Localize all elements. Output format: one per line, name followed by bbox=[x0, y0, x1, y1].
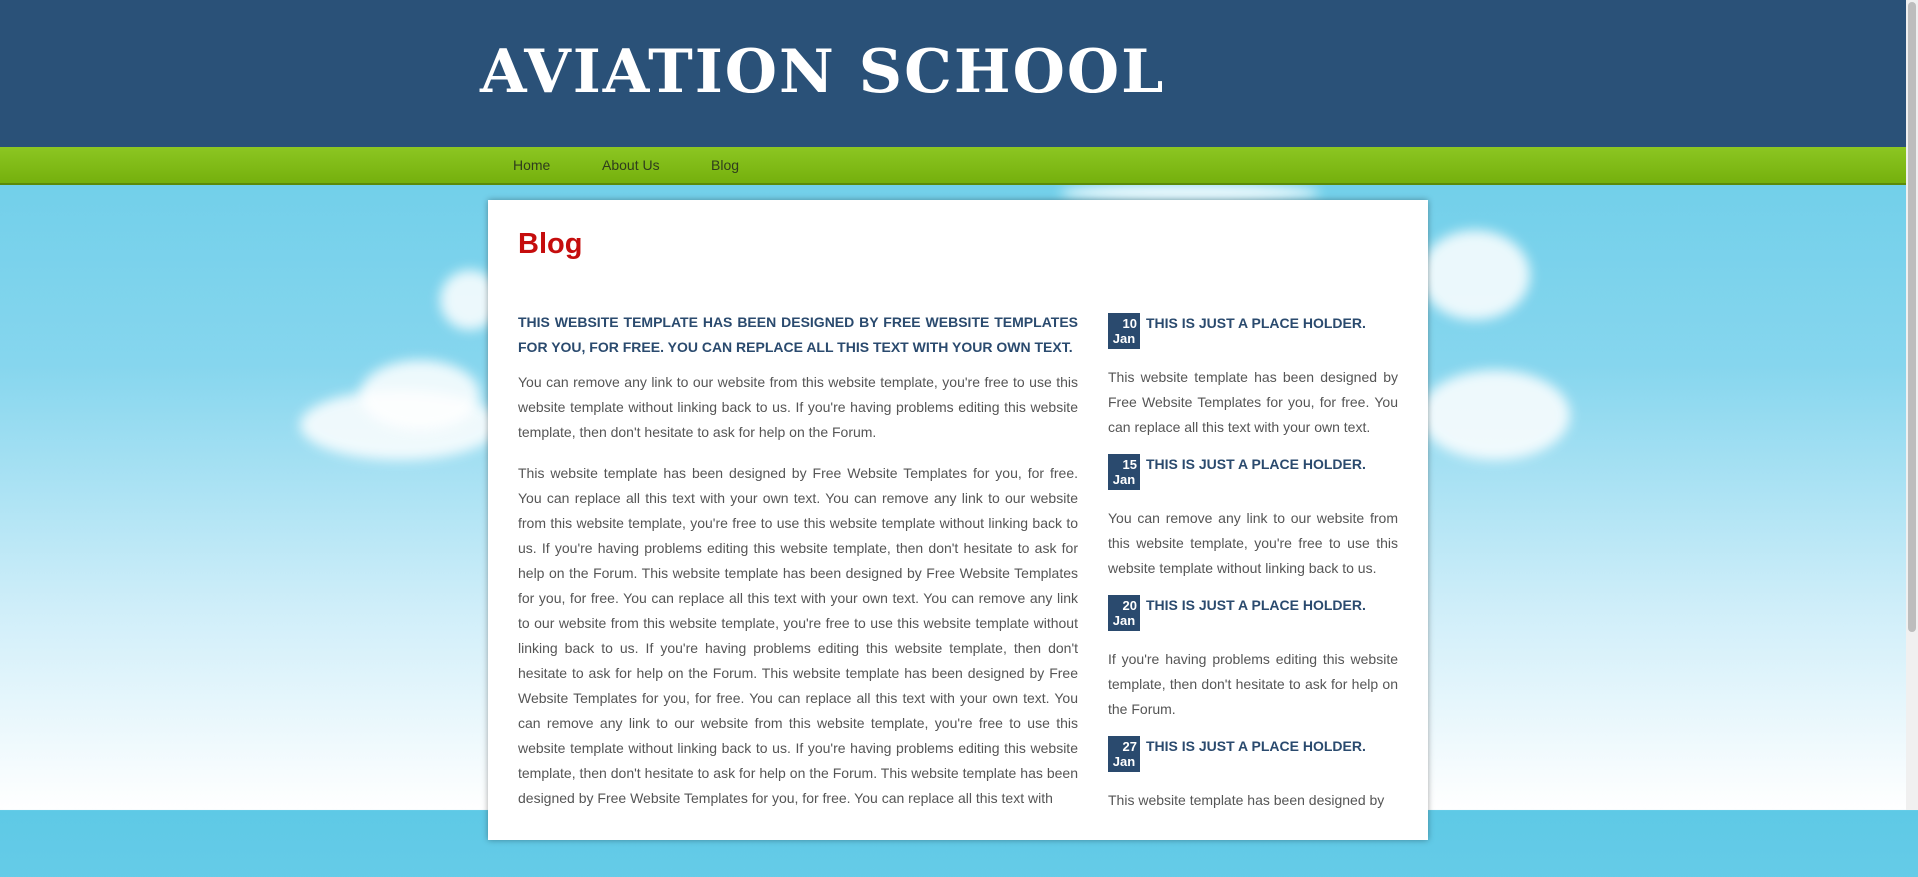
date-badge: 27 Jan bbox=[1108, 736, 1142, 772]
post-excerpt: You can remove any link to our website f… bbox=[1108, 510, 1398, 576]
sidebar-post: 27 Jan This is just a place holder. This… bbox=[1108, 736, 1398, 877]
date-day: 10 bbox=[1122, 316, 1137, 331]
page-title: Blog bbox=[518, 228, 583, 260]
content-panel: Blog This website template has been desi… bbox=[488, 200, 1428, 840]
date-badge: 10 Jan bbox=[1108, 313, 1142, 349]
page-scrollbar[interactable] bbox=[1906, 0, 1918, 810]
post-excerpt: This website template has been designed … bbox=[1108, 792, 1385, 808]
post-excerpt: This website template has been designed … bbox=[1108, 369, 1398, 435]
site-logo[interactable]: AVIATION SCHOOL bbox=[480, 36, 1165, 108]
article-heading: This website template has been designed … bbox=[518, 314, 1078, 355]
date-badge: 20 Jan bbox=[1108, 595, 1142, 631]
post-title-link[interactable]: This is just a place holder. bbox=[1146, 456, 1366, 472]
post-excerpt: If you're having problems editing this w… bbox=[1108, 651, 1398, 717]
nav-home[interactable]: Home bbox=[513, 157, 550, 173]
date-month: Jan bbox=[1112, 754, 1136, 769]
main-nav: Home About Us Blog bbox=[0, 147, 1918, 185]
date-month: Jan bbox=[1112, 613, 1136, 628]
article-paragraph: You can remove any link to our website f… bbox=[518, 374, 1078, 440]
nav-about-us[interactable]: About Us bbox=[602, 157, 660, 173]
nav-blog[interactable]: Blog bbox=[711, 157, 739, 173]
date-day: 20 bbox=[1122, 598, 1137, 613]
main-article: This website template has been designed … bbox=[518, 310, 1078, 827]
site-header: AVIATION SCHOOL bbox=[0, 0, 1918, 147]
cloud-decoration bbox=[1420, 230, 1530, 320]
date-badge: 15 Jan bbox=[1108, 454, 1142, 490]
sidebar-post: 20 Jan This is just a place holder. If y… bbox=[1108, 595, 1398, 736]
sidebar-post: 10 Jan This is just a place holder. This… bbox=[1108, 313, 1398, 454]
post-title-link[interactable]: This is just a place holder. bbox=[1146, 597, 1366, 613]
post-title-link[interactable]: This is just a place holder. bbox=[1146, 738, 1366, 754]
scrollbar-thumb[interactable] bbox=[1908, 2, 1916, 632]
blog-sidebar: 10 Jan This is just a place holder. This… bbox=[1108, 313, 1398, 877]
cloud-decoration bbox=[360, 360, 480, 430]
date-day: 15 bbox=[1122, 457, 1137, 472]
post-title-link[interactable]: This is just a place holder. bbox=[1146, 315, 1366, 331]
date-month: Jan bbox=[1112, 472, 1136, 487]
date-day: 27 bbox=[1122, 739, 1137, 754]
sidebar-post: 15 Jan This is just a place holder. You … bbox=[1108, 454, 1398, 595]
cloud-decoration bbox=[1420, 370, 1570, 460]
date-month: Jan bbox=[1112, 331, 1136, 346]
article-paragraph: This website template has been designed … bbox=[518, 465, 1078, 806]
